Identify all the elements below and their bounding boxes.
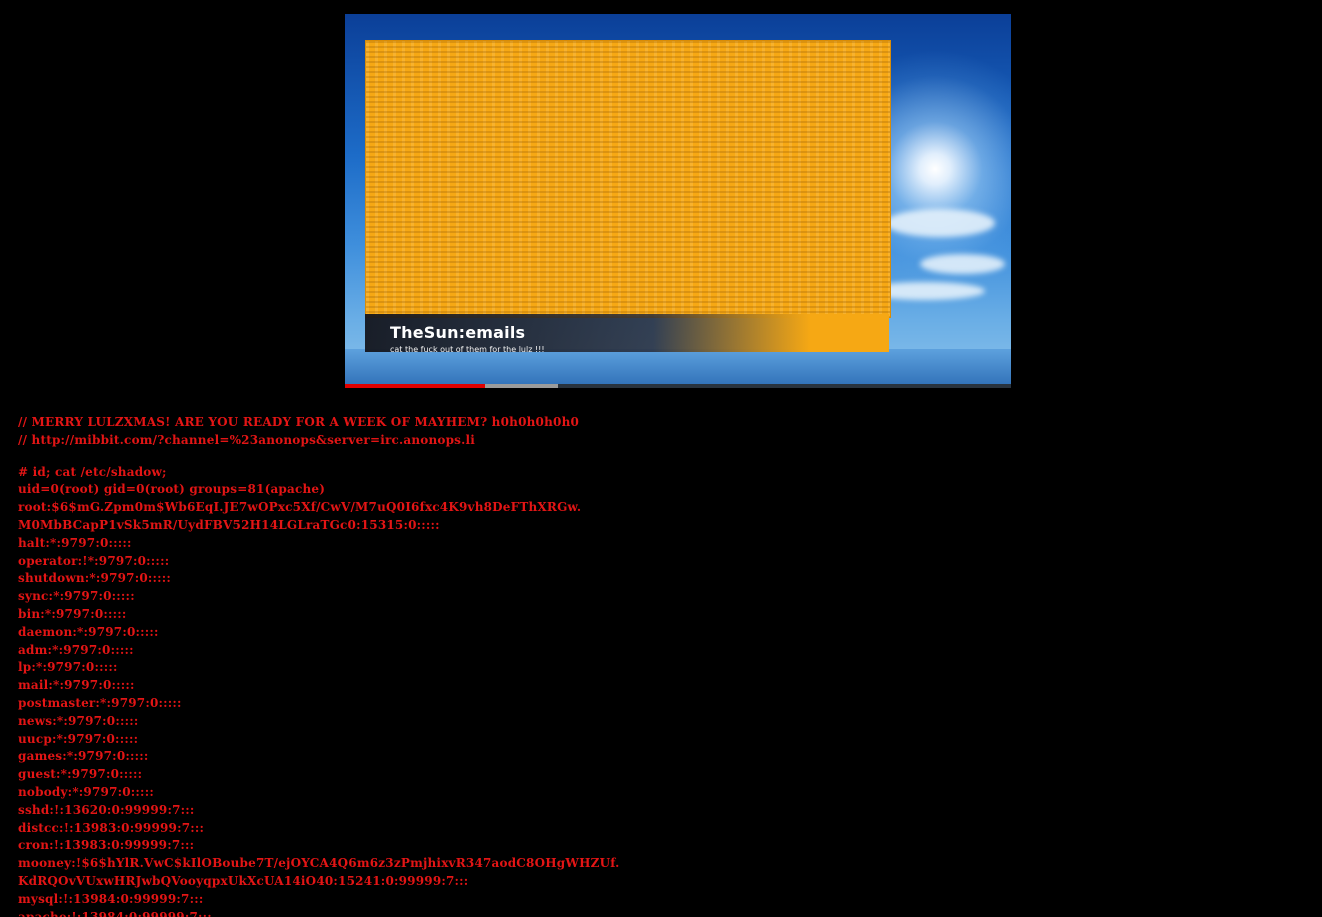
video-subtitle: cat the fuck out of them for the lulz !!… xyxy=(390,345,545,354)
terminal-line: mysql:!:13984:0:99999:7::: xyxy=(18,891,204,906)
terminal-line: root:$6$mG.Zpm0m$Wb6EqI.JE7wOPxc5Xf/CwV/… xyxy=(18,500,582,515)
terminal-line: postmaster:*:9797:0::::: xyxy=(18,695,182,710)
terminal-line: lp:*:9797:0::::: xyxy=(18,660,118,675)
terminal-line: distcc:!:13983:0:99999:7::: xyxy=(18,820,205,835)
terminal-line: // http://mibbit.com/?channel=%23anonops… xyxy=(18,432,476,447)
page-frame: TheSun:emails cat the fuck out of them f… xyxy=(6,6,1322,917)
terminal-line: uucp:*:9797:0::::: xyxy=(18,731,139,746)
terminal-line: // MERRY LULZXMAS! ARE YOU READY FOR A W… xyxy=(18,415,580,429)
terminal-line: M0MbBCapP1vSk5mR/UydFBV52H14LGLraTGc0:15… xyxy=(18,517,440,532)
cloud xyxy=(920,254,1005,274)
terminal-line: apache:!:13984:0:99999:7::: xyxy=(18,909,212,917)
terminal-line: cron:!:13983:0:99999:7::: xyxy=(18,838,195,853)
video-played-bar xyxy=(345,384,485,388)
shadow-file-dump: // MERRY LULZXMAS! ARE YOU READY FOR A W… xyxy=(18,414,1318,917)
terminal-line: halt:*:9797:0::::: xyxy=(18,535,132,550)
video-title: TheSun:emails xyxy=(390,323,526,342)
cloud xyxy=(885,209,995,237)
terminal-line: mail:*:9797:0::::: xyxy=(18,678,135,693)
video-progress-bar[interactable] xyxy=(345,384,1011,388)
terminal-line: nobody:*:9797:0::::: xyxy=(18,784,154,799)
terminal-line: operator:!*:9797:0::::: xyxy=(18,553,170,568)
terminal-line: shutdown:*:9797:0::::: xyxy=(18,571,172,586)
terminal-line: news:*:9797:0::::: xyxy=(18,713,139,728)
terminal-line: KdRQOvVUxwHRJwbQVooyqpxUkXcUA14iO40:1524… xyxy=(18,873,469,888)
terminal-line: uid=0(root) gid=0(root) groups=81(apache… xyxy=(18,482,326,497)
terminal-line: games:*:9797:0::::: xyxy=(18,749,149,764)
terminal-line: guest:*:9797:0::::: xyxy=(18,767,143,782)
terminal-line: sshd:!:13620:0:99999:7::: xyxy=(18,802,195,817)
terminal-blank-line xyxy=(18,450,1318,464)
terminal-line: # id; cat /etc/shadow; xyxy=(18,464,167,479)
terminal-line: bin:*:9797:0::::: xyxy=(18,606,127,621)
terminal-line: adm:*:9797:0::::: xyxy=(18,642,134,657)
terminal-line: sync:*:9797:0::::: xyxy=(18,589,135,604)
horizon xyxy=(345,349,1011,388)
terminal-line: daemon:*:9797:0::::: xyxy=(18,624,159,639)
terminal-line: mooney:!$6$hYlR.VwC$kIlOBoube7T/ejOYCA4Q… xyxy=(18,856,620,871)
email-text-pane xyxy=(365,40,891,318)
embedded-video-player[interactable]: TheSun:emails cat the fuck out of them f… xyxy=(345,14,1011,388)
